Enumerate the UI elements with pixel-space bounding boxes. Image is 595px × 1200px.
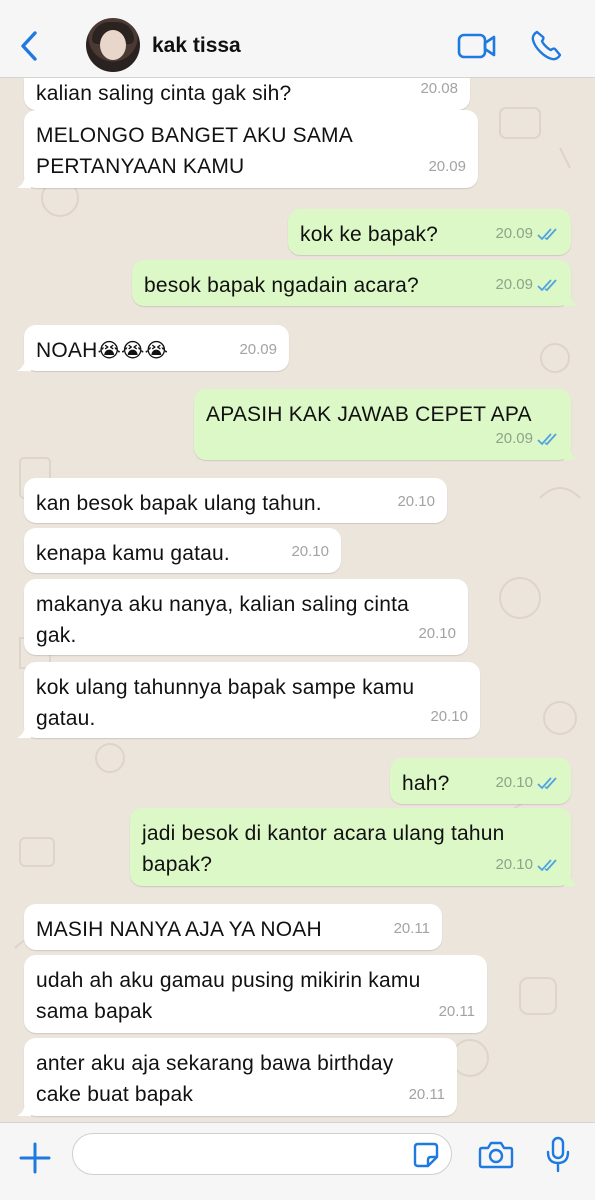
message-timestamp: 20.10 <box>495 856 533 873</box>
read-receipt-icon <box>537 432 557 445</box>
read-receipt-icon <box>537 227 557 240</box>
avatar-face <box>100 30 126 60</box>
message-bubble-incoming[interactable]: kok ulang tahunnya bapak sampe kamu gata… <box>17 662 480 738</box>
message-text: anter aku aja sekarang bawa birthday cak… <box>36 1052 394 1106</box>
attach-button[interactable] <box>18 1141 52 1175</box>
message-text-body: NOAH <box>36 339 98 362</box>
message-timestamp: 20.09 <box>495 430 533 447</box>
message-bubble-incoming[interactable]: makanya aku nanya, kalian saling cinta g… <box>24 579 468 655</box>
microphone-icon <box>546 1136 570 1173</box>
message-text: udah ah aku gamau pusing mikirin kamu sa… <box>36 969 421 1023</box>
message-time: 20.09 <box>239 334 277 365</box>
message-time: 20.10 <box>430 701 468 732</box>
message-time: 20.09 <box>428 151 466 182</box>
chevron-left-icon <box>21 31 37 61</box>
read-receipt-icon <box>537 776 557 789</box>
message-timestamp: 20.09 <box>495 225 533 242</box>
message-text: kalian saling cinta gak sih? <box>36 82 292 105</box>
message-bubble-incoming[interactable]: MELONGO BANGET AKU SAMA PERTANYAAN KAMU … <box>17 110 478 188</box>
message-bubble-outgoing[interactable]: hah? 20.10 <box>390 758 571 804</box>
message-time: 20.10 <box>418 618 456 649</box>
avatar[interactable] <box>86 18 140 72</box>
message-timestamp: 20.09 <box>428 158 466 175</box>
message-meta: 20.09 <box>495 269 559 300</box>
message-bubble-incoming[interactable]: NOAH😭😭😭 20.09 <box>17 325 289 371</box>
message-timestamp: 20.11 <box>408 1086 445 1103</box>
bubble-tail <box>17 357 31 371</box>
video-camera-icon <box>457 33 496 59</box>
sticker-icon <box>413 1142 439 1168</box>
message-meta: 20.09 <box>495 423 559 454</box>
message-timestamp: 20.10 <box>397 493 435 510</box>
message-timestamp: 20.09 <box>239 341 277 358</box>
read-receipt-icon <box>537 278 557 291</box>
message-timestamp: 20.10 <box>495 774 533 791</box>
message-time: 20.10 <box>291 536 329 567</box>
bubble-tail <box>564 872 578 886</box>
message-time: 20.08 <box>420 78 458 104</box>
message-text: MELONGO BANGET AKU SAMA PERTANYAAN KAMU <box>36 124 353 178</box>
microphone-button[interactable] <box>544 1135 572 1175</box>
message-bubble-incoming[interactable]: kan besok bapak ulang tahun. 20.10 <box>24 478 447 523</box>
bubble-tail <box>17 174 31 188</box>
message-text: MASIH NANYA AJA YA NOAH <box>36 918 322 941</box>
phone-icon <box>531 30 562 61</box>
message-bubble-incoming[interactable]: udah ah aku gamau pusing mikirin kamu sa… <box>24 955 487 1033</box>
voice-call-button[interactable] <box>528 28 564 64</box>
crying-face-emoji: 😭😭😭 <box>97 338 169 362</box>
message-timestamp: 20.10 <box>430 708 468 725</box>
video-call-button[interactable] <box>456 30 498 62</box>
message-text: kok ulang tahunnya bapak sampe kamu gata… <box>36 676 415 730</box>
message-bubble-incoming[interactable]: MASIH NANYA AJA YA NOAH 20.11 <box>24 904 442 950</box>
message-bubble-incoming[interactable]: anter aku aja sekarang bawa birthday cak… <box>17 1038 457 1116</box>
message-bubble-outgoing[interactable]: kok ke bapak? 20.09 <box>288 209 571 255</box>
bubble-tail <box>564 446 578 460</box>
message-timestamp: 20.11 <box>438 1003 475 1020</box>
message-text: kenapa kamu gatau. <box>36 542 230 565</box>
bubble-tail <box>17 724 31 738</box>
message-time: 20.11 <box>394 913 430 944</box>
plus-icon <box>19 1142 51 1174</box>
message-meta: 20.10 <box>495 767 559 798</box>
chat-header: kak tissa <box>0 0 595 78</box>
message-meta: 20.09 <box>495 218 559 249</box>
message-bubble-outgoing[interactable]: APASIH KAK JAWAB CEPET APA 20.09 <box>194 389 578 460</box>
message-time: 20.10 <box>397 486 435 517</box>
message-meta: 20.10 <box>495 849 559 880</box>
back-button[interactable] <box>12 26 46 66</box>
message-input[interactable] <box>72 1133 452 1175</box>
message-timestamp: 20.11 <box>393 920 430 937</box>
message-composer <box>0 1122 595 1200</box>
bubble-tail <box>17 1102 31 1116</box>
contact-name[interactable]: kak tissa <box>152 34 241 58</box>
message-bubble-incoming[interactable]: kenapa kamu gatau. 20.10 <box>24 528 341 573</box>
message-time: 20.11 <box>409 1079 445 1110</box>
camera-button[interactable] <box>478 1139 514 1171</box>
read-receipt-icon <box>537 858 557 871</box>
message-timestamp: 20.08 <box>420 80 458 97</box>
message-bubble-outgoing[interactable]: besok bapak ngadain acara? 20.09 <box>132 260 578 306</box>
message-time: 20.11 <box>439 996 475 1027</box>
sticker-button[interactable] <box>412 1141 440 1169</box>
message-timestamp: 20.10 <box>418 625 456 642</box>
bubble-tail <box>564 292 578 306</box>
message-text: makanya aku nanya, kalian saling cinta g… <box>36 593 409 647</box>
message-text: kan besok bapak ulang tahun. <box>36 492 322 515</box>
chat-area[interactable]: kalian saling cinta gak sih? 20.08 MELON… <box>0 78 595 1122</box>
message-bubble-outgoing[interactable]: jadi besok di kantor acara ulang tahun b… <box>130 808 578 886</box>
message-timestamp: 20.09 <box>495 276 533 293</box>
message-timestamp: 20.10 <box>291 543 329 560</box>
message-bubble-incoming[interactable]: kalian saling cinta gak sih? 20.08 <box>24 78 470 110</box>
camera-icon <box>478 1141 514 1169</box>
